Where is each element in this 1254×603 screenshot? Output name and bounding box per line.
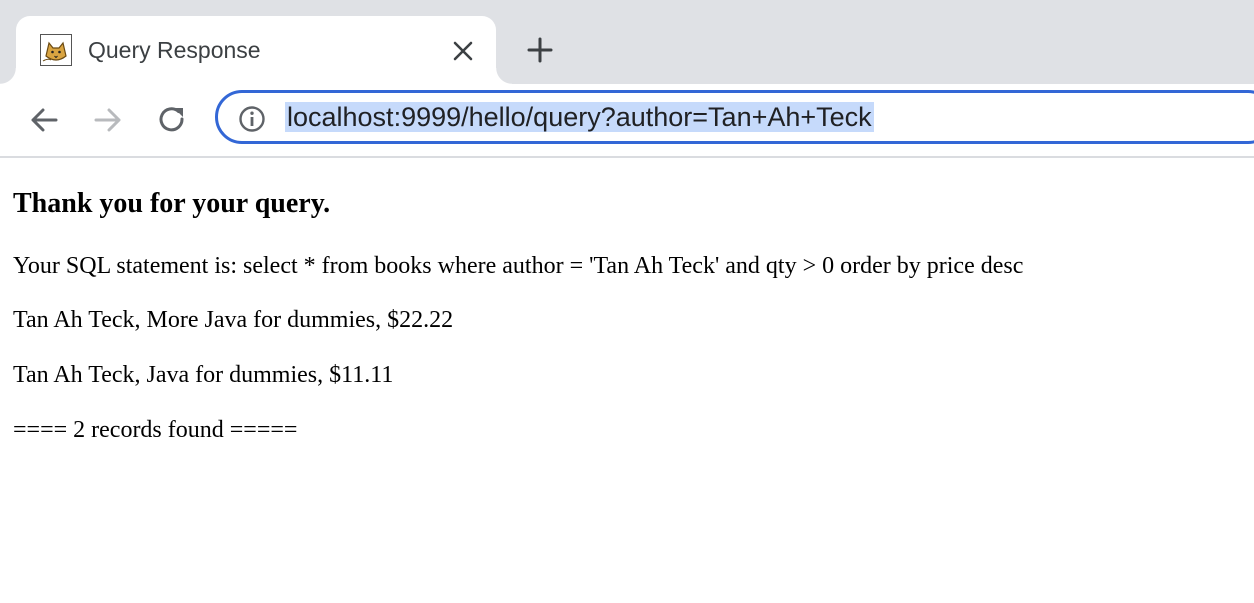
tab-strip: Query Response	[0, 0, 1254, 92]
browser-toolbar: localhost:9999/hello/query?author=Tan+Ah…	[0, 84, 1254, 158]
address-bar[interactable]: localhost:9999/hello/query?author=Tan+Ah…	[215, 90, 1254, 144]
info-icon[interactable]	[238, 105, 266, 133]
sql-statement: Your SQL statement is: select * from boo…	[13, 253, 1024, 279]
page-heading: Thank you for your query.	[13, 188, 331, 219]
url-text[interactable]: localhost:9999/hello/query?author=Tan+Ah…	[285, 102, 874, 132]
reload-icon[interactable]	[154, 102, 190, 138]
record-line: Tan Ah Teck, More Java for dummies, $22.…	[13, 307, 454, 333]
record-line: Tan Ah Teck, Java for dummies, $11.11	[13, 362, 394, 388]
back-arrow-icon[interactable]	[26, 102, 62, 138]
tomcat-icon	[40, 34, 72, 66]
browser-tab[interactable]: Query Response	[0, 16, 512, 92]
records-summary: ==== 2 records found =====	[13, 417, 298, 443]
forward-arrow-icon[interactable]	[90, 102, 126, 138]
tab-title: Query Response	[88, 37, 261, 63]
close-tab-icon[interactable]	[450, 38, 476, 64]
new-tab-icon[interactable]	[524, 34, 556, 66]
